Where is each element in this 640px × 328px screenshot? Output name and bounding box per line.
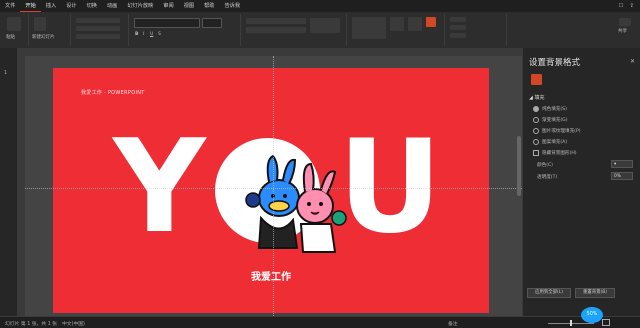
slide-canvas[interactable]: 我爱工作 · POWERPOINT Y U 我爱工作: [25, 56, 522, 318]
share-icon-box: [619, 18, 631, 26]
editing-group: [446, 14, 507, 46]
option-picture-fill-label: 图片或纹理填充(P): [542, 129, 581, 134]
strike-icon[interactable]: S: [158, 32, 161, 37]
fill-section-label: 填充: [534, 95, 545, 101]
option-gradient-fill-label: 渐变填充(G): [542, 118, 568, 123]
slides-group: 新建幻灯片: [30, 14, 71, 46]
slide-count-status: 幻灯片 第 1 张，共 1 张: [5, 322, 58, 327]
layout-button[interactable]: [76, 18, 120, 23]
tab-tell-me[interactable]: 告诉我: [219, 0, 245, 12]
find-button[interactable]: [450, 17, 466, 22]
radio-solid-fill[interactable]: [533, 106, 539, 112]
tab-home[interactable]: 开始: [20, 0, 41, 12]
new-slide-label: 新建幻灯片: [32, 35, 55, 40]
horizontal-ruler: [17, 48, 522, 56]
zoom-slider-thumb[interactable]: [570, 320, 572, 326]
italic-icon[interactable]: I: [143, 32, 144, 37]
pane-title: 设置背景格式: [529, 58, 581, 68]
language-status[interactable]: 中文(中国): [62, 320, 85, 327]
arrange-icon[interactable]: [390, 17, 404, 31]
paste-icon[interactable]: [7, 17, 21, 31]
ribbon-tab-bar: 文件 开始 插入 设计 切换 动画 幻灯片放映 审阅 视图 帮助 告诉我 ☐ ⇪: [0, 0, 640, 12]
option-picture-fill[interactable]: 图片或纹理填充(P): [533, 128, 581, 134]
quick-styles-icon[interactable]: [408, 17, 422, 31]
pane-close-icon[interactable]: ✕: [630, 58, 635, 65]
cartoon-characters-illustration[interactable]: [231, 148, 351, 258]
slide-subtitle[interactable]: 我爱工作: [53, 268, 489, 283]
option-solid-fill-label: 纯色填充(S): [542, 107, 567, 112]
status-bar: 幻灯片 第 1 张，共 1 张 中文(中国) 备注: [0, 316, 640, 328]
tab-review[interactable]: 审阅: [158, 0, 178, 12]
option-hide-background[interactable]: 隐藏背景图形(H): [533, 150, 577, 156]
color-picker[interactable]: ▾: [611, 160, 633, 168]
layout-group: [72, 14, 129, 46]
transparency-label: 透明度(T): [537, 175, 558, 180]
section-button[interactable]: [76, 34, 120, 39]
ribbon: 粘贴 新建幻灯片 B I U S 共享: [0, 12, 640, 49]
slide-small-title[interactable]: 我爱工作 · POWERPOINT: [81, 89, 145, 96]
transparency-input[interactable]: 0%: [611, 172, 633, 180]
slide[interactable]: 我爱工作 · POWERPOINT Y U 我爱工作: [53, 68, 489, 313]
option-solid-fill[interactable]: 纯色填充(S): [533, 106, 567, 112]
zoom-badge[interactable]: 50%: [581, 307, 603, 323]
powerpoint-window: { "tabs": ["文件", "开始", "插入", "设计", "切换",…: [0, 0, 640, 328]
option-pattern-fill[interactable]: 图案填充(A): [533, 139, 567, 145]
share-label: 共享: [618, 29, 627, 34]
tab-slideshow[interactable]: 幻灯片放映: [122, 0, 158, 12]
paint-bucket-icon: ▾: [614, 162, 617, 167]
replace-button[interactable]: [450, 25, 466, 30]
shape-fill-icon[interactable]: [426, 17, 436, 27]
paste-label: 粘贴: [6, 35, 15, 40]
reset-background-button[interactable]: 重置背景(B): [575, 288, 615, 298]
underline-icon[interactable]: U: [150, 32, 153, 37]
thumbnail-number: 1: [4, 70, 8, 76]
reset-button[interactable]: [76, 26, 120, 31]
comment-icon[interactable]: ☐: [618, 3, 623, 9]
font-family-select[interactable]: [134, 18, 200, 28]
clipboard-group: 粘贴: [2, 14, 29, 46]
apply-all-button[interactable]: 应用到全部(L): [527, 288, 571, 298]
share-icon[interactable]: ⇪: [629, 3, 634, 9]
new-slide-icon[interactable]: [34, 17, 46, 31]
font-group: B I U S: [130, 14, 241, 46]
format-background-pane: 设置背景格式 ✕ ◢ 填充 纯色填充(S) 渐变填充(G) 图片或纹理填充(P)…: [522, 48, 640, 316]
color-label: 颜色(C): [537, 163, 553, 168]
font-size-select[interactable]: [202, 18, 222, 28]
option-pattern-fill-label: 图案填充(A): [542, 140, 568, 145]
fill-tab-icon[interactable]: [531, 74, 542, 85]
option-hide-background-label: 隐藏背景图形(H): [542, 151, 577, 156]
fit-to-window-icon[interactable]: [602, 319, 610, 326]
thumbnail-pane[interactable]: 1: [0, 48, 18, 316]
tab-design[interactable]: 设计: [61, 0, 81, 12]
pink-bunny-character: [296, 162, 347, 253]
tab-transitions[interactable]: 切换: [82, 0, 102, 12]
tab-insert[interactable]: 插入: [41, 0, 61, 12]
align-button[interactable]: [246, 27, 306, 33]
paragraph-group: [242, 14, 347, 46]
text-direction-button[interactable]: [310, 18, 340, 33]
notes-button[interactable]: 备注: [448, 320, 458, 327]
tab-animations[interactable]: 动画: [102, 0, 122, 12]
shapes-gallery[interactable]: [352, 17, 386, 39]
radio-picture-fill[interactable]: [533, 128, 539, 134]
vertical-scrollbar[interactable]: [517, 136, 521, 196]
option-gradient-fill[interactable]: 渐变填充(G): [533, 117, 568, 123]
checkbox-hide-background[interactable]: [533, 150, 539, 156]
vertical-ruler: [17, 56, 25, 318]
bullets-button[interactable]: [246, 18, 306, 24]
tab-file[interactable]: 文件: [0, 0, 20, 12]
bold-icon[interactable]: B: [135, 32, 138, 37]
share-button[interactable]: 共享: [616, 18, 634, 34]
drawing-group: [348, 14, 445, 46]
radio-pattern-fill[interactable]: [533, 139, 539, 145]
radio-gradient-fill[interactable]: [533, 117, 539, 123]
fill-section-header[interactable]: ◢ 填充: [529, 94, 544, 101]
tab-help[interactable]: 帮助: [199, 0, 219, 12]
vertical-guide[interactable]: [273, 56, 274, 318]
select-button[interactable]: [450, 33, 466, 38]
tab-view[interactable]: 视图: [179, 0, 199, 12]
